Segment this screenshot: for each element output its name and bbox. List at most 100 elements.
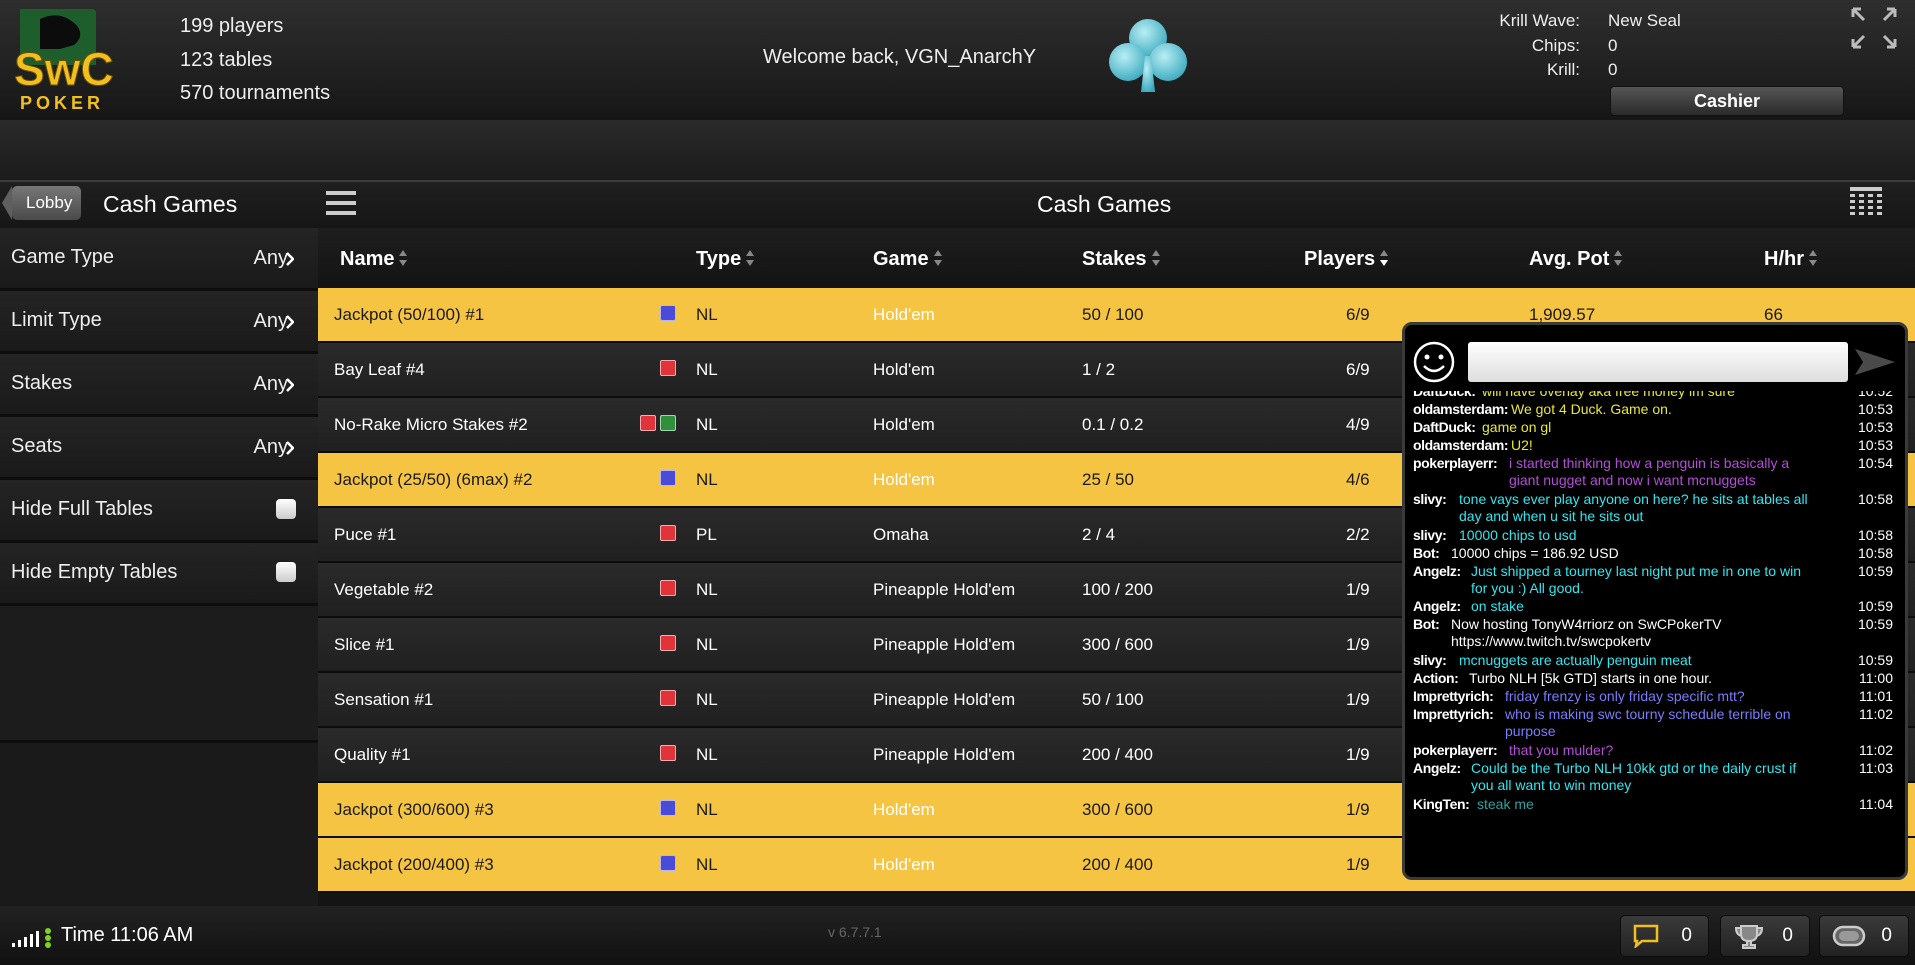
- cards-icon: [640, 415, 656, 431]
- table-view-icon[interactable]: [1850, 186, 1882, 220]
- chat-username[interactable]: Angelz:: [1413, 563, 1461, 580]
- filter-seats[interactable]: Seats Any: [0, 417, 318, 480]
- chat-messages: DaftDuck: will have overlay aka free mone…: [1405, 391, 1899, 871]
- cashier-button[interactable]: Cashier: [1610, 86, 1844, 116]
- cell-stakes: 50 / 100: [1082, 305, 1144, 324]
- table-badges: [656, 745, 676, 761]
- send-icon[interactable]: [1853, 347, 1897, 377]
- my-tables-button[interactable]: 0: [1819, 915, 1909, 957]
- cell-game: Omaha: [873, 525, 929, 544]
- cell-stakes: 300 / 600: [1082, 800, 1153, 819]
- chat-username[interactable]: DaftDuck:: [1413, 391, 1476, 400]
- filter-label: Hide Empty Tables: [11, 561, 178, 583]
- filter-limit-type[interactable]: Limit Type Any: [0, 291, 318, 354]
- chat-timestamp: 11:04: [1859, 795, 1893, 812]
- chat-input[interactable]: [1468, 342, 1848, 382]
- connection-signal-icon: [12, 928, 51, 948]
- cell-game: Hold'em: [873, 855, 935, 874]
- cell-players: 2/2: [1346, 525, 1370, 544]
- chat-username[interactable]: pokerplayerr:: [1413, 742, 1498, 759]
- lobby-stats: 199 players 123 tables 570 tournaments: [180, 10, 330, 111]
- filter-game-type[interactable]: Game Type Any: [0, 228, 318, 291]
- sort-icon: [1380, 250, 1389, 266]
- cell-type: NL: [696, 635, 718, 654]
- column-header-stakes[interactable]: Stakes: [1082, 248, 1161, 271]
- chat-username[interactable]: oldamsterdam:: [1413, 401, 1509, 418]
- sort-icon: [399, 250, 408, 266]
- lobby-back-button[interactable]: Lobby: [1, 186, 82, 220]
- chat-timestamp: 11:03: [1859, 760, 1893, 776]
- cell-type: NL: [696, 800, 718, 819]
- column-header-game[interactable]: Game: [873, 248, 943, 271]
- cell-players: 1/9: [1346, 745, 1370, 764]
- cell-type: NL: [696, 305, 718, 324]
- chat-toggle-button[interactable]: 0: [1620, 915, 1709, 957]
- jackpot-icon: [660, 855, 676, 871]
- cell-type: NL: [696, 470, 718, 489]
- chat-text: U2!: [1511, 437, 1533, 453]
- table-badges: [656, 360, 676, 376]
- fullscreen-icon[interactable]: [1850, 6, 1898, 50]
- hide-empty-tables-checkbox[interactable]: [276, 562, 296, 582]
- cell-game: Pineapple Hold'em: [873, 690, 1016, 709]
- cell-players: 6/9: [1346, 305, 1370, 324]
- emoji-icon[interactable]: [1413, 341, 1455, 383]
- club-suit-icon: [1109, 19, 1187, 92]
- sort-icon: [746, 250, 755, 266]
- column-header-avg-pot[interactable]: Avg. Pot: [1529, 248, 1623, 271]
- cell-stakes: 100 / 200: [1082, 580, 1153, 599]
- cell-game: Hold'em: [873, 305, 935, 324]
- chat-username[interactable]: Angelz:: [1413, 598, 1461, 615]
- chat-username[interactable]: Imprettyrich:: [1413, 706, 1494, 723]
- filter-hide-full-tables: Hide Full Tables: [0, 480, 318, 543]
- cell-players: 1/9: [1346, 800, 1370, 819]
- chat-username[interactable]: DaftDuck:: [1413, 419, 1476, 436]
- chat-text: We got 4 Duck. Game on.: [1511, 401, 1672, 417]
- cell-name: Puce #1: [334, 525, 397, 544]
- column-header-players[interactable]: Players: [1304, 248, 1389, 271]
- chat-timestamp: 10:58: [1857, 490, 1893, 507]
- hamburger-menu-icon[interactable]: [326, 188, 356, 218]
- filter-value: Any: [253, 436, 288, 458]
- table-badges: [636, 415, 676, 431]
- chat-username[interactable]: pokerplayerr:: [1413, 455, 1498, 472]
- cell-game: Hold'em: [873, 415, 935, 434]
- cell-game: Hold'em: [873, 470, 935, 489]
- chat-timestamp: 10:59: [1857, 616, 1893, 633]
- filter-label: Hide Full Tables: [11, 498, 153, 520]
- cell-type: NL: [696, 690, 718, 709]
- my-tournaments-button[interactable]: 0: [1720, 915, 1810, 957]
- column-header-hands-per-hour[interactable]: H/hr: [1764, 248, 1818, 271]
- hide-full-tables-checkbox[interactable]: [276, 499, 296, 519]
- cell-name: Sensation #1: [334, 690, 434, 709]
- chat-text: game on gl: [1482, 419, 1552, 435]
- chat-username[interactable]: Bot:: [1413, 616, 1440, 633]
- cell-players: 4/6: [1346, 470, 1370, 489]
- filter-stakes[interactable]: Stakes Any: [0, 354, 318, 417]
- chat-text: on stake: [1471, 598, 1524, 615]
- chat-username[interactable]: KingTen:: [1413, 796, 1470, 813]
- chat-username[interactable]: slivy:: [1413, 652, 1447, 669]
- filter-label: Limit Type: [11, 309, 102, 331]
- table-badges: [656, 470, 676, 486]
- chat-username[interactable]: Imprettyrich:: [1413, 688, 1494, 705]
- page-title: Cash Games: [1037, 191, 1172, 217]
- chat-username[interactable]: oldamsterdam:: [1413, 437, 1509, 454]
- chat-username[interactable]: Action:: [1413, 670, 1459, 687]
- chat-username[interactable]: slivy:: [1413, 527, 1447, 544]
- chat-text: 10000 chips = 186.92 USD: [1451, 544, 1619, 561]
- cell-name: Jackpot (200/400) #3: [334, 855, 494, 874]
- chat-text: mcnuggets are actually penguin meat: [1459, 652, 1692, 669]
- chips-label: Chips:: [1531, 35, 1580, 55]
- filter-label: Seats: [11, 435, 63, 457]
- chat-timestamp: 10:54: [1857, 455, 1893, 471]
- chat-username[interactable]: Bot:: [1413, 545, 1440, 562]
- cards-icon: [660, 580, 676, 596]
- column-header-name[interactable]: Name: [340, 248, 408, 271]
- chat-username[interactable]: Angelz:: [1413, 760, 1461, 777]
- chat-username[interactable]: slivy:: [1413, 491, 1447, 508]
- chat-text: that you mulder?: [1509, 742, 1614, 758]
- cell-stakes: 1 / 2: [1082, 360, 1116, 379]
- cell-type: NL: [696, 360, 718, 379]
- column-header-type[interactable]: Type: [696, 248, 755, 271]
